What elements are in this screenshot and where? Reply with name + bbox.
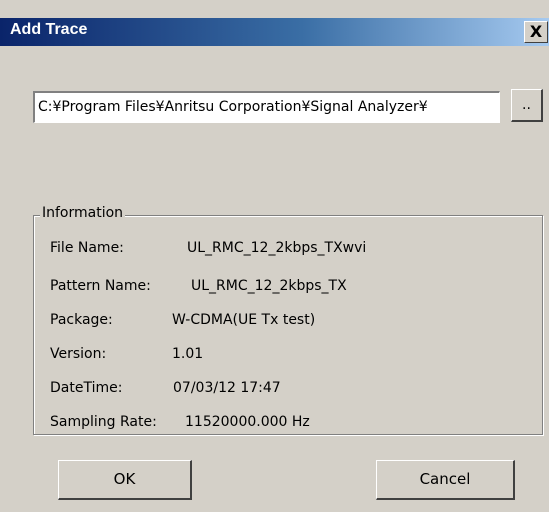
- pattern-name-label: Pattern Name:: [50, 278, 151, 294]
- file-name-value: UL_RMC_12_2kbps_TXwvi: [187, 240, 367, 256]
- title-bar[interactable]: Add Trace X: [0, 18, 549, 46]
- ok-button[interactable]: OK: [58, 460, 192, 500]
- cancel-button[interactable]: Cancel: [376, 460, 515, 500]
- file-name-label: File Name:: [50, 240, 124, 256]
- package-value: W-CDMA(UE Tx test): [172, 312, 316, 328]
- info-row-file-name: File Name: UL_RMC_12_2kbps_TXwvi: [50, 240, 366, 256]
- add-trace-dialog: Add Trace X C:¥Program Files¥Anritsu Cor…: [0, 0, 549, 512]
- file-path-input[interactable]: C:¥Program Files¥Anritsu Corporation¥Sig…: [33, 91, 500, 123]
- info-row-pattern-name: Pattern Name: UL_RMC_12_2kbps_TX: [50, 278, 347, 294]
- pattern-name-value: UL_RMC_12_2kbps_TX: [191, 278, 347, 294]
- info-row-version: Version: 1.01: [50, 346, 203, 362]
- information-group-label: Information: [40, 205, 126, 221]
- browse-button[interactable]: ..: [511, 89, 543, 122]
- version-label: Version:: [50, 346, 107, 362]
- sampling-rate-label: Sampling Rate:: [50, 414, 157, 430]
- info-row-package: Package: W-CDMA(UE Tx test): [50, 312, 315, 328]
- close-button[interactable]: X: [524, 21, 548, 43]
- sampling-rate-value: 11520000.000 Hz: [185, 414, 310, 430]
- version-value: 1.01: [172, 346, 204, 362]
- datetime-label: DateTime:: [50, 380, 123, 396]
- dialog-title: Add Trace: [10, 21, 88, 38]
- info-row-datetime: DateTime: 07/03/12 17:47: [50, 380, 281, 396]
- info-row-sampling-rate: Sampling Rate: 11520000.000 Hz: [50, 414, 310, 430]
- datetime-value: 07/03/12 17:47: [173, 380, 281, 396]
- package-label: Package:: [50, 312, 113, 328]
